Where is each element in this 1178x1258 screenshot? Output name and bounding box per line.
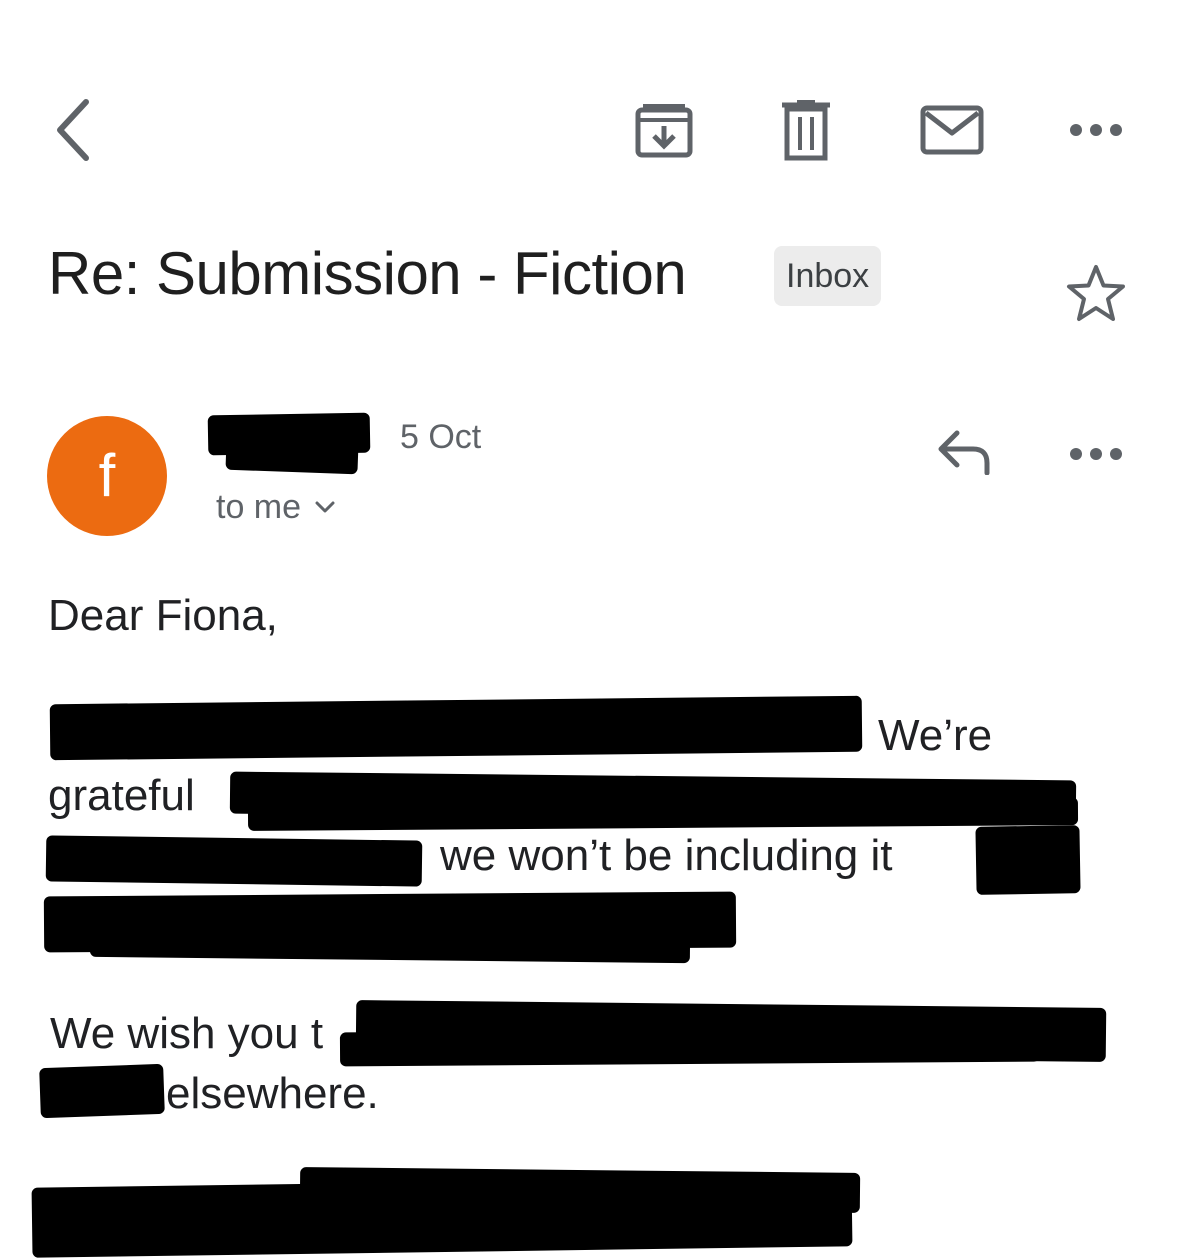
- redaction-mark: [89, 926, 691, 964]
- redaction-mark: [247, 797, 1079, 831]
- inbox-label-chip[interactable]: Inbox: [774, 246, 882, 306]
- body-text-fragment: grateful: [48, 771, 195, 820]
- redaction-mark: [49, 695, 863, 761]
- redaction-mark: [975, 825, 1081, 895]
- redaction-mark: [299, 1167, 861, 1213]
- recipients-label: to me: [216, 488, 302, 526]
- delete-button[interactable]: [772, 96, 840, 164]
- archive-button[interactable]: [628, 96, 700, 164]
- redaction-mark: [339, 1027, 1041, 1067]
- recipient-details-toggle[interactable]: to me: [216, 486, 335, 528]
- more-options-button[interactable]: [1060, 110, 1132, 150]
- chevron-down-icon: [315, 501, 335, 513]
- body-text-fragment: elsewhere.: [166, 1069, 379, 1118]
- sender-name-redaction: [225, 437, 359, 475]
- archive-icon: [635, 104, 693, 158]
- star-outline-icon: [1067, 265, 1125, 321]
- redaction-mark: [45, 835, 423, 887]
- mark-unread-button[interactable]: [912, 98, 992, 162]
- back-button[interactable]: [36, 92, 108, 168]
- more-horizontal-icon: [1070, 124, 1122, 136]
- more-horizontal-icon: [1070, 448, 1122, 460]
- body-text-fragment: We’re: [878, 711, 993, 760]
- back-arrow-icon: [57, 99, 89, 161]
- message-date: 5 Oct: [400, 418, 482, 456]
- email-subject: Re: Submission - Fiction: [48, 240, 687, 307]
- reply-icon: [938, 430, 990, 475]
- body-text-fragment: We wish you t: [50, 1009, 324, 1058]
- body-text-fragment: we won’t be including it: [440, 831, 893, 880]
- star-button[interactable]: [1060, 260, 1132, 326]
- redaction-mark: [39, 1063, 165, 1119]
- sender-avatar[interactable]: f: [47, 416, 167, 536]
- mail-icon: [920, 105, 984, 155]
- trash-icon: [782, 100, 830, 161]
- reply-button[interactable]: [928, 424, 1000, 480]
- message-more-options-button[interactable]: [1060, 434, 1132, 474]
- email-greeting: Dear Fiona,: [48, 591, 278, 640]
